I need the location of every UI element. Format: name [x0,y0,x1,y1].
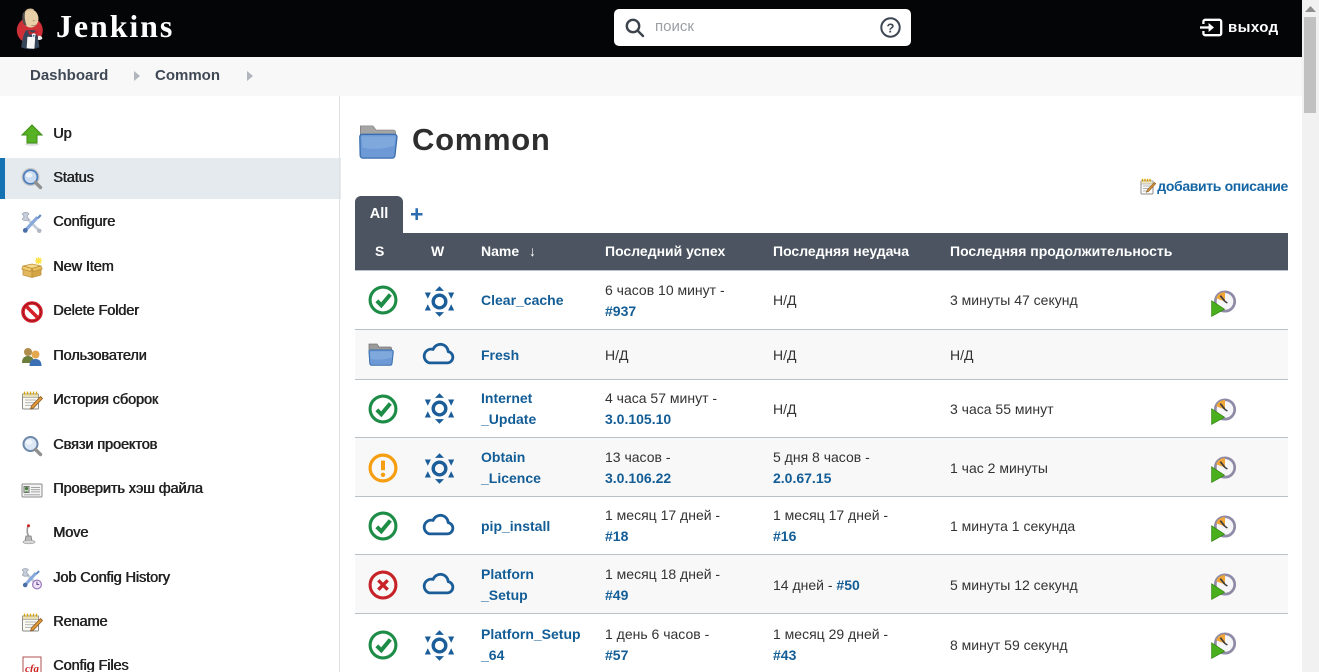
svg-text:cfg: cfg [25,663,40,672]
svg-text:?: ? [887,20,895,35]
